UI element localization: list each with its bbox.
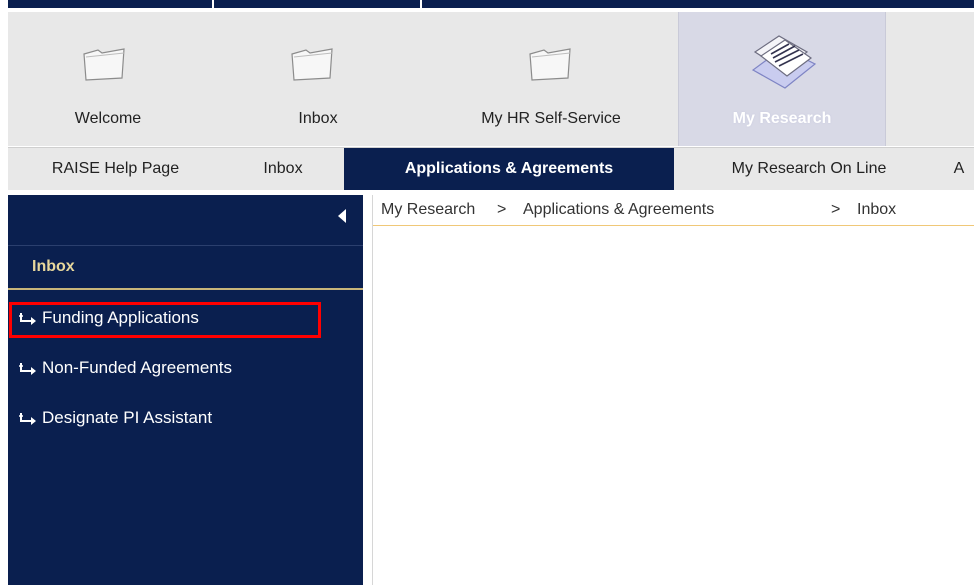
highlight-box bbox=[9, 302, 321, 338]
documents-icon bbox=[751, 35, 817, 89]
tab-inbox[interactable]: Inbox bbox=[228, 12, 408, 146]
top-strip-separator bbox=[420, 0, 422, 8]
breadcrumb-my-research[interactable]: My Research bbox=[381, 201, 475, 219]
tab-welcome[interactable]: Welcome bbox=[8, 12, 208, 146]
top-strip-bar bbox=[8, 0, 974, 8]
sidebar: Inbox Funding Applications Non-Funded Ag… bbox=[8, 195, 363, 585]
menu-item-my-research-on-line[interactable]: My Research On Line bbox=[684, 148, 934, 190]
tab-label: My HR Self-Service bbox=[481, 110, 621, 127]
branch-arrow-icon bbox=[19, 412, 36, 425]
breadcrumb: My Research > Applications & Agreements … bbox=[373, 195, 974, 226]
breadcrumb-separator: > bbox=[831, 201, 841, 218]
tab-my-research[interactable]: My Research bbox=[678, 12, 886, 146]
sidebar-item-label: Non-Funded Agreements bbox=[42, 358, 232, 377]
menu-item-raise-help-page[interactable]: RAISE Help Page bbox=[8, 148, 223, 190]
sidebar-title: Inbox bbox=[8, 245, 363, 290]
breadcrumb-inbox: Inbox bbox=[857, 201, 897, 218]
tab-label: My Research bbox=[732, 110, 832, 127]
menu-bar: RAISE Help Page Inbox Applications & Agr… bbox=[8, 147, 974, 190]
menu-item-inbox[interactable]: Inbox bbox=[233, 148, 333, 190]
top-strip bbox=[0, 0, 974, 12]
branch-arrow-icon bbox=[19, 362, 36, 375]
top-strip-separator bbox=[212, 0, 214, 8]
portal-tab-bar: Welcome Inbox My HR Self-Service My Rese… bbox=[8, 12, 974, 146]
sidebar-item-label: Designate PI Assistant bbox=[42, 408, 213, 427]
main-content: My Research > Applications & Agreements … bbox=[372, 195, 974, 585]
sidebar-item-non-funded-agreements[interactable]: Non-Funded Agreements bbox=[18, 351, 232, 385]
folder-icon bbox=[291, 48, 333, 81]
sidebar-title-label: Inbox bbox=[32, 258, 75, 275]
folder-icon bbox=[83, 48, 125, 81]
tab-label: Welcome bbox=[74, 110, 142, 127]
collapse-sidebar-icon[interactable] bbox=[338, 209, 346, 223]
breadcrumb-separator: > bbox=[497, 201, 507, 218]
tab-label: Inbox bbox=[298, 110, 338, 127]
menu-item-truncated[interactable]: A bbox=[944, 148, 974, 190]
breadcrumb-applications-agreements[interactable]: Applications & Agreements bbox=[523, 201, 714, 219]
tab-my-hr-self-service[interactable]: My HR Self-Service bbox=[428, 12, 674, 146]
menu-item-applications-agreements[interactable]: Applications & Agreements bbox=[344, 148, 674, 190]
sidebar-item-designate-pi-assistant[interactable]: Designate PI Assistant bbox=[18, 401, 212, 435]
folder-icon bbox=[529, 48, 571, 81]
